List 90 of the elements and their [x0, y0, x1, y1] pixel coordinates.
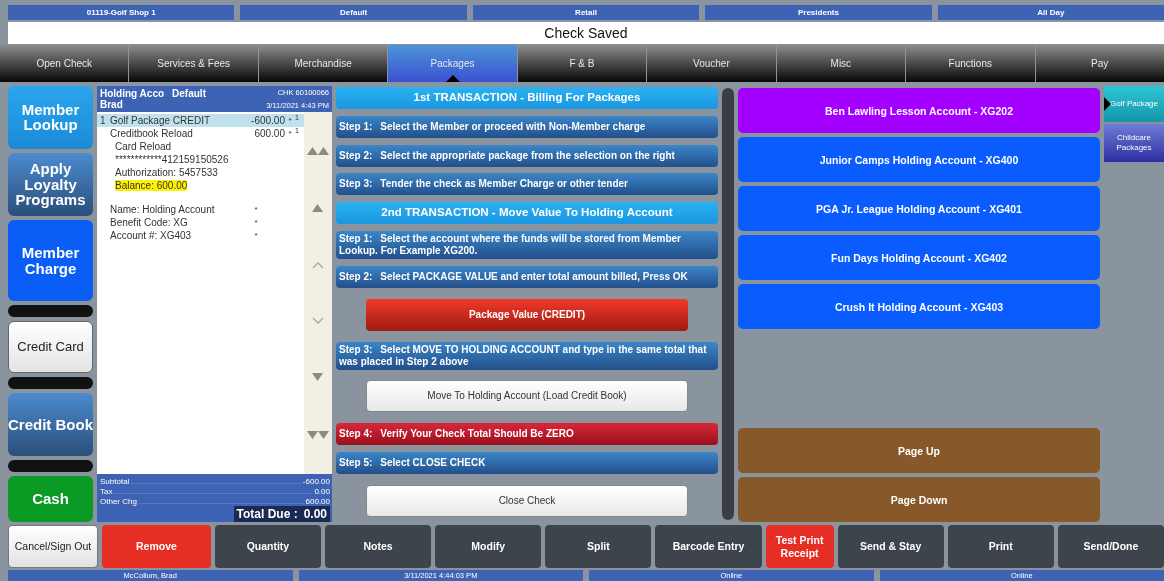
instruction-step: Step 3: Tender the check as Member Charge or other tender: [336, 173, 718, 196]
scroll-up-icon[interactable]: [312, 203, 324, 213]
profile-name: Default: [172, 88, 206, 99]
instruction-step: Step 2: Select PACKAGE VALUE and enter total amount billed, Press OK: [336, 265, 718, 288]
asterisk-text: *: [287, 116, 293, 125]
category-tab[interactable]: F & B: [517, 45, 647, 82]
line-detail: Card Reload: [115, 141, 172, 152]
tender-button[interactable]: Member Charge: [8, 219, 93, 302]
chevron-up-icon[interactable]: [312, 260, 324, 269]
category-tab[interactable]: Packages: [388, 45, 517, 82]
line-detail: Authorization: 5457533: [115, 167, 218, 178]
category-tab[interactable]: Merchandise: [258, 45, 388, 82]
asterisk-text: *: [253, 205, 259, 214]
total-label: Tax: [100, 487, 113, 496]
line-amount: -600.00: [251, 115, 285, 126]
tender-button[interactable]: Cash: [8, 475, 93, 523]
section-heading: 1st TRANSACTION - Billing For Packages: [336, 87, 718, 109]
category-tab[interactable]: Open Check: [0, 45, 129, 82]
total-label: Subtotal: [100, 477, 130, 486]
line-info: Account #: XG403: [110, 230, 192, 241]
total-label: Other Chg: [100, 497, 137, 506]
action-button[interactable]: Split: [545, 525, 652, 568]
info-cell: Presidents: [705, 5, 932, 20]
info-cell: Retail: [472, 5, 700, 20]
tender-button[interactable]: Credit Card: [8, 320, 93, 374]
action-button[interactable]: Send & Stay: [837, 525, 944, 568]
account-button[interactable]: Junior Camps Holding Account - XG400: [738, 137, 1100, 182]
total-due-label: Total Due :: [236, 507, 298, 521]
scroll-down-icon[interactable]: [312, 373, 324, 383]
instruction-step: Step 3: Select MOVE TO HOLDING ACCOUNT and type in the same total that was placed in Step 2 above: [336, 341, 718, 370]
category-tab[interactable]: Functions: [906, 45, 1035, 82]
account-button[interactable]: Ben Lawling Lesson Account - XG202: [738, 88, 1100, 133]
account-name: Holding Acco: [100, 88, 165, 99]
instruction-step: Step 5: Select CLOSE CHECK: [336, 452, 718, 475]
line-quantity: 1: [100, 115, 107, 126]
info-cell: 01119-Golf Shop 1: [8, 5, 235, 20]
line-name: Golf Package CREDIT: [110, 115, 211, 126]
section-heading: 2nd TRANSACTION - Move Value To Holding Account: [336, 202, 718, 225]
blank-button[interactable]: [8, 459, 93, 472]
account-button[interactable]: Crush It Holding Account - XG403: [738, 284, 1100, 329]
paging-button[interactable]: Page Down: [738, 477, 1100, 522]
category-tab[interactable]: Services & Fees: [129, 45, 258, 82]
line-amount: 600.00: [254, 128, 285, 139]
category-tab[interactable]: Voucher: [647, 45, 776, 82]
total-due-value: 0.00: [303, 507, 327, 521]
action-button[interactable]: Notes: [325, 525, 432, 568]
account-button[interactable]: Fun Days Holding Account - XG402: [738, 235, 1100, 280]
action-button[interactable]: Close Check: [366, 484, 688, 517]
instruction-step: Step 1: Select the account where the funds will be stored from Member Lookup. For Example XG200.: [336, 231, 718, 260]
instruction-step: Step 2: Select the appropriate package from the selection on the right: [336, 144, 718, 167]
asterisk-text: *: [253, 231, 259, 240]
category-tab[interactable]: Misc: [776, 45, 906, 82]
action-button[interactable]: Modify: [435, 525, 542, 568]
account-button[interactable]: PGA Jr. League Holding Account - XG401: [738, 186, 1100, 231]
instruction-step: Step 1: Select the Member or proceed with Non-Member charge: [336, 115, 718, 138]
action-button[interactable]: Cancel/Sign Out: [8, 525, 98, 568]
blank-button[interactable]: [8, 377, 93, 389]
scrollbar[interactable]: [722, 88, 734, 520]
action-button[interactable]: Package Value (CREDIT): [366, 298, 688, 331]
paging-button[interactable]: Page Up: [738, 428, 1100, 473]
action-button[interactable]: Barcode Entry: [655, 525, 762, 568]
tender-button[interactable]: Credit Book: [8, 392, 93, 456]
info-cell: Default: [240, 5, 467, 20]
category-tab[interactable]: Pay: [1035, 45, 1164, 82]
member-name: Brad: [100, 99, 123, 110]
total-value: 0.00: [314, 487, 330, 496]
warning-step: Step 4: Verify Your Check Total Should Be ZERO: [336, 423, 718, 446]
action-button[interactable]: Quantity: [214, 525, 321, 568]
line-detail: Balance: 600.00: [115, 180, 188, 191]
line-name: Creditbook Reload: [110, 128, 193, 139]
action-button[interactable]: Send/Done: [1057, 525, 1164, 568]
total-value: -600.00: [302, 477, 330, 486]
tender-button[interactable]: Apply Loyalty Programs: [8, 152, 93, 216]
action-button[interactable]: Print: [947, 525, 1054, 568]
chevron-down-icon[interactable]: [312, 317, 324, 326]
line-info: Name: Holding Account: [110, 204, 215, 215]
info-cell: All Day: [937, 5, 1164, 20]
page-up-icon[interactable]: [307, 146, 329, 156]
action-button[interactable]: Remove: [101, 525, 211, 568]
package-tab[interactable]: Childcare Packages: [1104, 124, 1164, 162]
blank-button[interactable]: [8, 305, 93, 317]
line-detail: ************412159150526: [115, 154, 229, 165]
action-button[interactable]: Test Print Receipt: [765, 525, 834, 568]
page-down-icon[interactable]: [307, 430, 329, 440]
status-title: Check Saved: [8, 22, 1164, 44]
action-button[interactable]: Move To Holding Account (Load Credit Book): [366, 380, 688, 413]
total-value: 600.00: [305, 497, 330, 506]
asterisk-text: *: [287, 129, 293, 138]
line-info: Benefit Code: XG: [110, 217, 188, 228]
asterisk-text: *: [253, 218, 259, 227]
